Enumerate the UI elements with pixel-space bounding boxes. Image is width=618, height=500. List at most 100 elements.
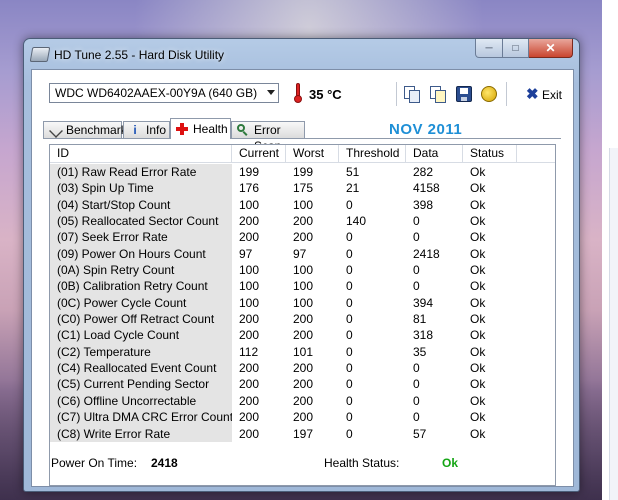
close-button[interactable]: ✕ — [529, 39, 573, 58]
table-row[interactable]: (C0) Power Off Retract Count 200 200 0 81 Ok — [50, 311, 517, 328]
column-header-status[interactable]: Status — [463, 145, 517, 162]
copy-text-icon[interactable] — [404, 86, 420, 103]
table-row[interactable]: (0A) Spin Retry Count 100 100 0 0 Ok — [50, 262, 517, 279]
cell-threshold: 0 — [346, 230, 353, 245]
cell-worst: 100 — [293, 295, 314, 310]
cell-worst: 200 — [293, 361, 314, 376]
cell-current: 200 — [239, 312, 260, 327]
cell-current: 97 — [239, 246, 253, 261]
cell-data: 0 — [413, 279, 420, 294]
table-row[interactable]: (07) Seek Error Rate 200 200 0 0 Ok — [50, 229, 517, 246]
cell-status: Ok — [470, 246, 486, 261]
background-window-scrollbar[interactable] — [609, 148, 618, 500]
tab-benchmark[interactable]: Benchmark — [43, 121, 127, 138]
cell-id: (05) Reallocated Sector Count — [50, 213, 232, 230]
table-row[interactable]: (C8) Write Error Rate 200 197 0 57 Ok — [50, 425, 517, 442]
table-row[interactable]: (01) Raw Read Error Rate 199 199 51 282 Ok — [50, 164, 517, 181]
hdd-app-icon[interactable] — [29, 47, 51, 62]
options-icon[interactable] — [481, 86, 497, 102]
cell-worst: 199 — [293, 165, 314, 179]
cell-id: (07) Seek Error Rate — [50, 229, 232, 246]
cell-threshold: 0 — [346, 377, 353, 392]
cell-current: 200 — [239, 328, 260, 343]
cell-current: 200 — [239, 230, 260, 245]
cell-threshold: 0 — [346, 393, 353, 408]
cell-status: Ok — [470, 361, 486, 376]
table-row[interactable]: (C6) Offline Uncorrectable 200 200 0 0 Ok — [50, 392, 517, 410]
cell-worst: 100 — [293, 279, 314, 294]
cell-threshold: 0 — [346, 197, 353, 212]
drive-select[interactable]: WDC WD6402AAEX-00Y9A (640 GB) — [49, 83, 279, 103]
exit-button[interactable]: Exit — [542, 88, 562, 102]
table-row[interactable]: (C7) Ultra DMA CRC Error Count 200 200 0 0 Ok — [50, 409, 517, 426]
cell-data: 0 — [413, 263, 420, 278]
minimize-button[interactable]: ─ — [475, 39, 503, 58]
thermometer-icon — [294, 83, 302, 103]
error-scan-icon — [237, 124, 249, 136]
cell-worst: 100 — [293, 197, 314, 212]
benchmark-icon — [49, 124, 63, 138]
cell-current: 100 — [239, 279, 260, 294]
cell-current: 200 — [239, 426, 260, 441]
health-status-value: Ok — [442, 456, 459, 470]
maximize-button[interactable]: □ — [503, 39, 529, 58]
cell-worst: 200 — [293, 377, 314, 392]
cell-status: Ok — [470, 230, 486, 245]
cell-status: Ok — [470, 197, 486, 212]
cell-current: 200 — [239, 377, 260, 392]
caption-buttons: ─ □ ✕ — [475, 39, 573, 58]
cell-worst: 175 — [293, 181, 314, 196]
table-row[interactable]: (C2) Temperature 112 101 0 35 Ok — [50, 343, 517, 361]
copy-image-icon[interactable] — [430, 86, 446, 103]
cell-threshold: 0 — [346, 295, 353, 310]
save-icon[interactable] — [456, 86, 472, 102]
exit-x-icon[interactable]: ✖ — [526, 85, 539, 103]
table-row[interactable]: (C1) Load Cycle Count 200 200 0 318 Ok — [50, 327, 517, 344]
cell-id: (0A) Spin Retry Count — [50, 262, 232, 279]
cell-id: (C2) Temperature — [50, 343, 232, 361]
column-header-current[interactable]: Current — [232, 145, 286, 162]
cell-data: 394 — [413, 295, 434, 310]
table-row[interactable]: (05) Reallocated Sector Count 200 200 140 0 O… — [50, 213, 517, 230]
table-row[interactable]: (0C) Power Cycle Count 100 100 0 394 Ok — [50, 294, 517, 312]
tab-info[interactable]: i Info — [123, 121, 170, 138]
table-row[interactable]: (C5) Current Pending Sector 200 200 0 0 Ok — [50, 376, 517, 393]
cell-id: (C0) Power Off Retract Count — [50, 311, 232, 328]
cell-threshold: 0 — [346, 344, 353, 359]
column-header-threshold[interactable]: Threshold — [339, 145, 406, 162]
cell-data: 4158 — [413, 181, 440, 196]
title-bar[interactable]: HD Tune 2.55 - Hard Disk Utility ─ □ ✕ — [24, 39, 579, 69]
column-header-id[interactable]: ID — [50, 145, 232, 162]
health-status-label: Health Status: — [324, 456, 400, 470]
cell-threshold: 0 — [346, 410, 353, 425]
cell-data: 2418 — [413, 246, 440, 261]
table-header: ID Current Worst Threshold Data Status — [50, 145, 555, 163]
cell-current: 200 — [239, 214, 260, 229]
cell-data: 398 — [413, 197, 434, 212]
app-window: HD Tune 2.55 - Hard Disk Utility ─ □ ✕ W… — [23, 38, 580, 492]
cell-id: (03) Spin Up Time — [50, 180, 232, 197]
cell-worst: 200 — [293, 328, 314, 343]
table-row[interactable]: (0B) Calibration Retry Count 100 100 0 0 Ok — [50, 278, 517, 295]
tab-error-scan[interactable]: Error Scan — [231, 121, 305, 153]
tab-health[interactable]: Health — [170, 118, 231, 139]
column-header-worst[interactable]: Worst — [286, 145, 339, 162]
power-on-time-value: 2418 — [151, 456, 178, 470]
cell-current: 100 — [239, 263, 260, 278]
cell-id: (01) Raw Read Error Rate — [50, 164, 232, 181]
table-row[interactable]: (04) Start/Stop Count 100 100 0 398 Ok — [50, 196, 517, 214]
chevron-down-icon[interactable] — [267, 90, 275, 95]
cell-current: 200 — [239, 393, 260, 408]
column-header-data[interactable]: Data — [406, 145, 463, 162]
table-row[interactable]: (09) Power On Hours Count 97 97 0 2418 Ok — [50, 245, 517, 263]
cell-data: 0 — [413, 214, 420, 229]
table-row[interactable]: (03) Spin Up Time 176 175 21 4158 Ok — [50, 180, 517, 197]
cell-threshold: 0 — [346, 328, 353, 343]
cell-current: 112 — [239, 344, 259, 359]
cell-status: Ok — [470, 165, 486, 179]
cell-worst: 200 — [293, 393, 314, 408]
cell-worst: 197 — [293, 426, 314, 441]
table-row[interactable]: (C4) Reallocated Event Count 200 200 0 0 Ok — [50, 360, 517, 377]
cell-status: Ok — [470, 426, 486, 441]
cell-current: 100 — [239, 197, 260, 212]
